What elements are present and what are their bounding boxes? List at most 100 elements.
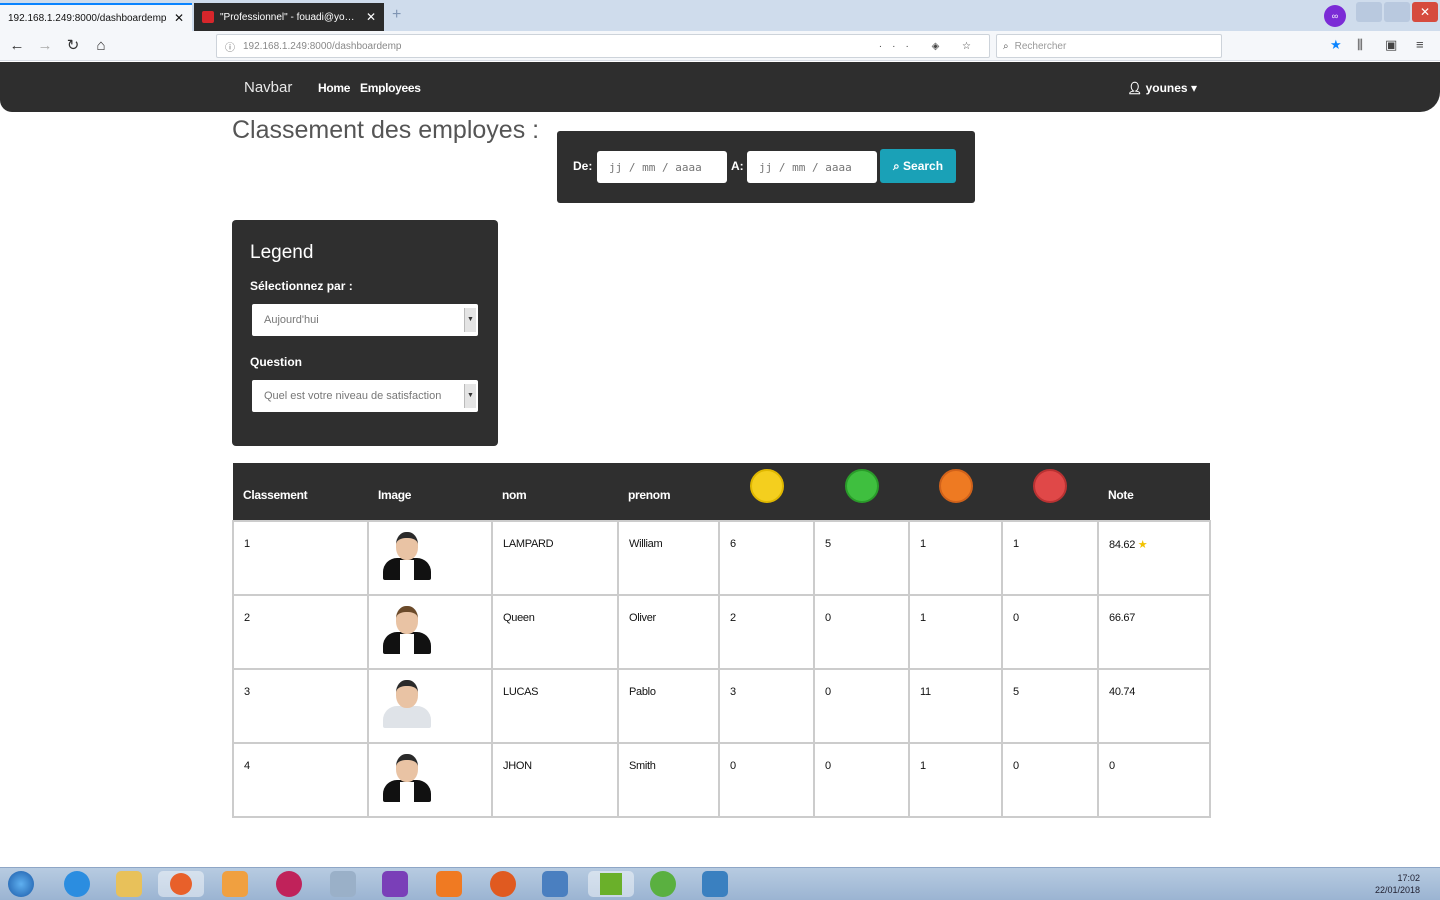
xampp-icon[interactable] (436, 871, 462, 897)
browser-tab-dashboard[interactable]: 192.168.1.249:8000/dashboardemp ✕ (0, 3, 192, 31)
cell-happy-count: 0 (813, 594, 910, 670)
cell-note: 40.74 (1097, 668, 1211, 744)
search-bar[interactable]: ⌕ Rechercher (996, 34, 1222, 58)
navbar-brand[interactable]: Navbar (244, 79, 292, 96)
sidebar-icon[interactable]: ▣ (1385, 37, 1397, 53)
user-menu[interactable]: 👤︎ younes ▾ (1127, 81, 1197, 95)
virtualbox-icon[interactable] (542, 871, 568, 897)
file-explorer-icon[interactable] (116, 871, 142, 897)
android-icon[interactable] (650, 871, 676, 897)
start-button-icon[interactable] (8, 871, 34, 897)
close-icon[interactable]: ✕ (366, 10, 376, 24)
question-select-value: Quel est votre niveau de satisfaction (264, 390, 442, 402)
app-navbar: Navbar Home Employees 👤︎ younes ▾ (0, 62, 1440, 112)
caret-down-icon: ▼ (464, 308, 476, 332)
library-icon[interactable]: ⫼ (1357, 37, 1363, 53)
angry-face-icon (1033, 469, 1067, 503)
col-header-nom: nom (502, 487, 527, 502)
cell-nom: Queen (491, 594, 619, 670)
cell-nom: LAMPARD (491, 520, 619, 596)
maximize-button[interactable] (1384, 2, 1410, 22)
col-header-rank: Classement (243, 487, 308, 502)
tab-title: 192.168.1.249:8000/dashboardemp (8, 12, 167, 24)
nav-link-employees[interactable]: Employees (360, 81, 421, 95)
cell-rank: 3 (232, 668, 369, 744)
cell-nom: JHON (491, 742, 619, 818)
browser-tab-professionnel[interactable]: "Professionnel" - fouadi@yousse… ✕ (194, 3, 384, 31)
user-name: younes (1145, 81, 1188, 95)
page-actions-icon[interactable]: ··· ◈ ☆ (879, 41, 981, 52)
cell-note: 66.67 (1097, 594, 1211, 670)
remote-desktop-icon[interactable] (702, 871, 728, 897)
col-header-image: Image (378, 487, 412, 502)
app-icon[interactable] (490, 871, 516, 897)
media-player-icon[interactable] (222, 871, 248, 897)
home-icon[interactable]: ⌂ (90, 35, 112, 57)
from-date-input[interactable] (597, 151, 727, 183)
cell-prenom: Oliver (617, 594, 720, 670)
visual-studio-icon[interactable] (382, 871, 408, 897)
employee-avatar (381, 604, 433, 662)
cell-angry-count: 0 (1001, 742, 1099, 818)
menu-icon[interactable]: ≡ (1416, 37, 1424, 52)
unhappy-face-icon (938, 469, 973, 503)
cell-note: 84.62 ★ (1097, 520, 1211, 596)
cell-prenom: William (617, 520, 720, 596)
question-select[interactable]: Quel est votre niveau de satisfaction ▼ (252, 380, 478, 412)
table-row: 4 JHON Smith 0 0 1 0 0 (232, 742, 1211, 818)
search-placeholder: Rechercher (1014, 40, 1067, 52)
cell-happy-count: 0 (813, 668, 910, 744)
network-tool-icon[interactable] (330, 871, 356, 897)
date-filter-panel: De: A: ⌕ Search (557, 131, 975, 203)
to-date-input[interactable] (747, 151, 877, 183)
url-bar[interactable]: ⓘ 192.168.1.249:8000/dashboardemp ··· ◈ … (216, 34, 990, 58)
back-icon[interactable]: ← (6, 35, 28, 57)
internet-explorer-icon[interactable] (64, 871, 90, 897)
cell-rank: 4 (232, 742, 369, 818)
browser-tab-strip: 192.168.1.249:8000/dashboardemp ✕ "Profe… (0, 0, 1440, 31)
arduino-icon[interactable] (276, 871, 302, 897)
browser-toolbar: ← → ↻ ⌂ ⓘ 192.168.1.249:8000/dashboardem… (0, 31, 1440, 61)
info-icon[interactable]: ⓘ (225, 39, 235, 54)
cell-neutral-count: 0 (718, 742, 815, 818)
col-header-happy (814, 463, 909, 521)
nav-link-home[interactable]: Home (318, 81, 350, 95)
cell-rank: 2 (232, 594, 369, 670)
col-header-neutral (719, 463, 814, 521)
period-select[interactable]: Aujourd'hui ▼ (252, 304, 478, 336)
table-row: 1 LAMPARD William 6 5 1 1 84.62 ★ (232, 520, 1211, 596)
table-row: 3 LUCAS Pablo 3 0 11 5 40.74 (232, 668, 1211, 744)
system-clock[interactable]: 17:02 22/01/2018 (1375, 872, 1420, 896)
note-value: 84.62 (1109, 539, 1136, 551)
close-icon[interactable]: ✕ (174, 11, 184, 25)
col-header-angry (1002, 463, 1098, 521)
windows-taskbar: 17:02 22/01/2018 (0, 867, 1440, 900)
happy-face-icon (844, 469, 879, 503)
cell-angry-count: 1 (1001, 520, 1099, 596)
cell-prenom: Pablo (617, 668, 720, 744)
forward-icon[interactable]: → (34, 35, 56, 57)
caret-down-icon: ▾ (1190, 81, 1197, 95)
ranking-table: Classement Image nom prenom Note 1 LAMPA… (232, 463, 1211, 818)
cell-neutral-count: 3 (718, 668, 815, 744)
cell-angry-count: 0 (1001, 594, 1099, 670)
select-by-label: Sélectionnez par : (250, 279, 353, 293)
firefox-taskbar-item[interactable] (158, 871, 204, 897)
close-window-button[interactable]: ✕ (1412, 2, 1438, 22)
cell-neutral-count: 6 (718, 520, 815, 596)
cell-rank: 1 (232, 520, 369, 596)
employee-avatar (381, 752, 433, 810)
cell-image (367, 742, 493, 818)
terminal-taskbar-item[interactable] (588, 871, 634, 897)
reload-icon[interactable]: ↻ (62, 35, 84, 57)
bookmark-star-icon[interactable]: ★ (1330, 37, 1342, 53)
search-button[interactable]: ⌕ Search (880, 149, 956, 183)
to-label: A: (731, 159, 744, 173)
new-tab-icon[interactable]: + (392, 6, 401, 24)
cell-image (367, 668, 493, 744)
firefox-account-icon[interactable]: ∞ (1324, 5, 1346, 27)
minimize-button[interactable] (1356, 2, 1382, 22)
col-header-note: Note (1108, 487, 1134, 502)
col-header-prenom: prenom (628, 487, 671, 502)
legend-title: Legend (250, 242, 314, 263)
